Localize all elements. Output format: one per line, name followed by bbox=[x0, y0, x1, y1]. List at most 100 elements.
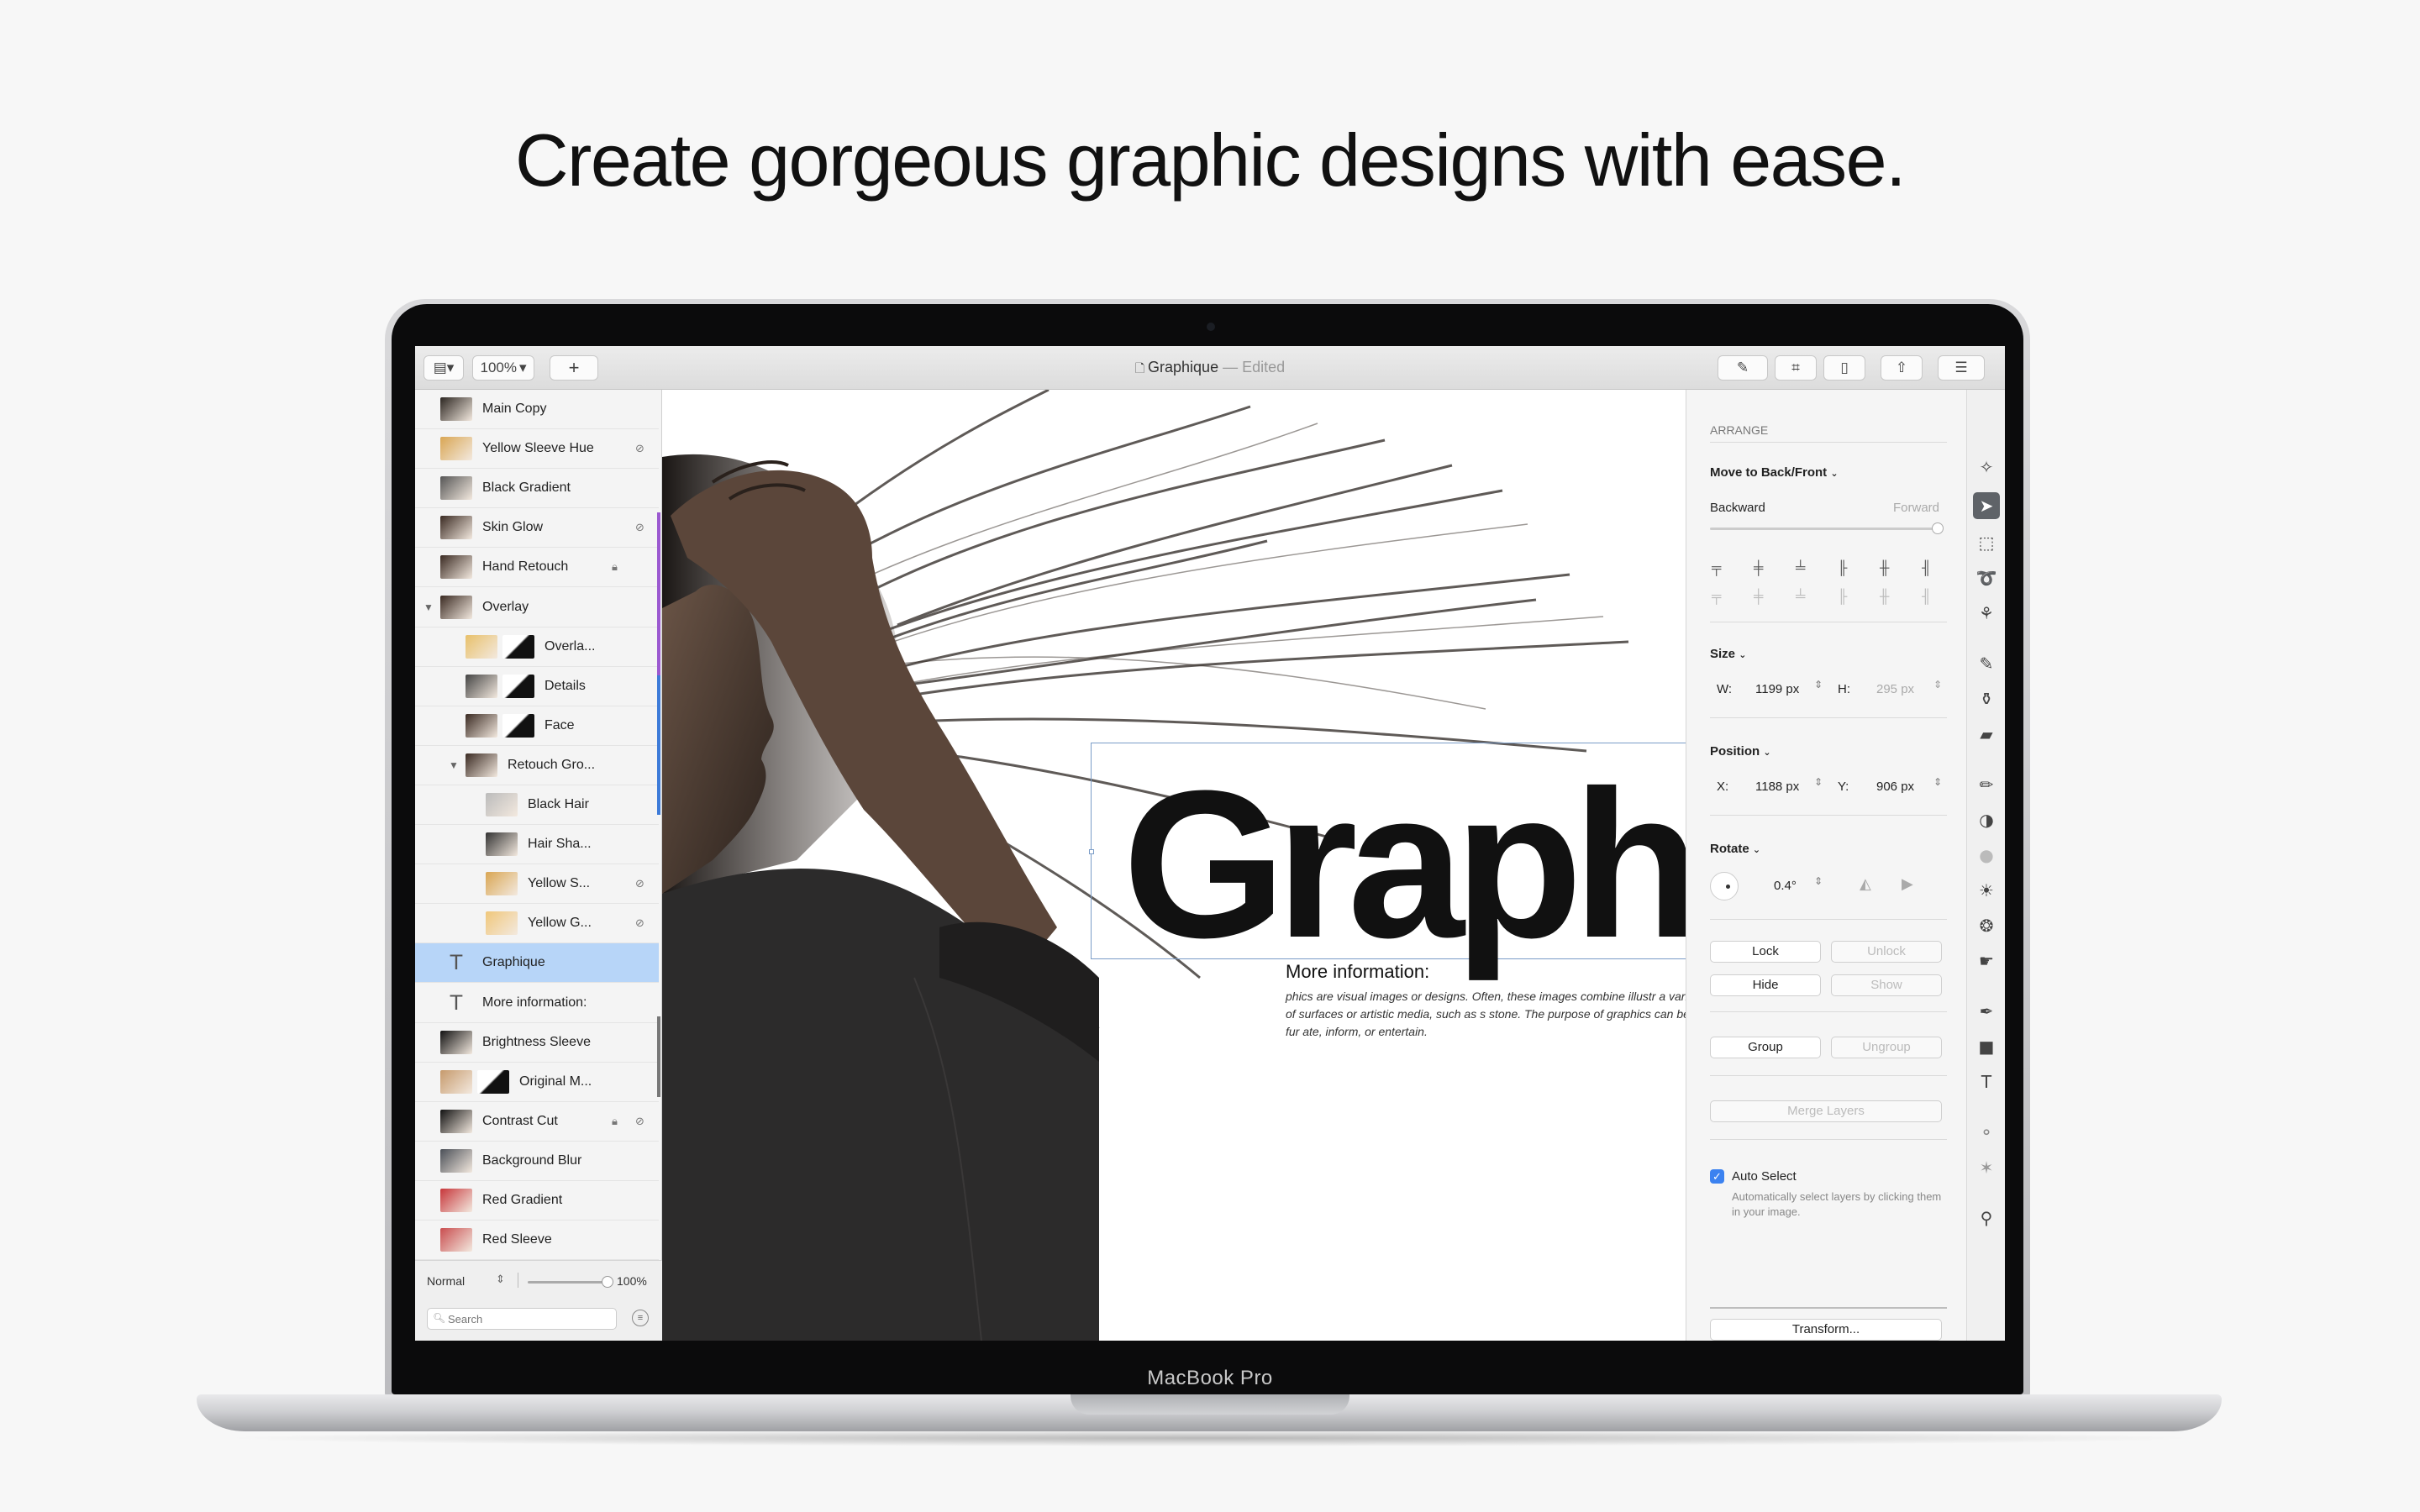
marquee-icon[interactable]: ⬚ bbox=[1973, 529, 2000, 556]
smudge-icon[interactable]: ❂ bbox=[1973, 912, 2000, 939]
layer-row[interactable]: Background Blur bbox=[415, 1142, 659, 1181]
layer-row[interactable]: Yellow S... ⊘ bbox=[415, 864, 659, 905]
layer-row[interactable]: Original M... bbox=[415, 1063, 659, 1102]
lock-icon[interactable]: 🔒︎ bbox=[612, 560, 618, 574]
ungroup-button[interactable]: Ungroup bbox=[1831, 1037, 1942, 1058]
more-info-body[interactable]: phics are visual images or designs. Ofte… bbox=[1286, 988, 1686, 1041]
unlock-button[interactable]: Unlock bbox=[1831, 941, 1942, 963]
layer-row[interactable]: T Graphique bbox=[415, 943, 659, 984]
layer-row[interactable]: Red Sleeve bbox=[415, 1221, 659, 1261]
text-icon[interactable]: T bbox=[1973, 1068, 2000, 1095]
more-info-title[interactable]: More information: bbox=[1286, 961, 1429, 983]
canvas[interactable]: Graphic More information: phics are visu… bbox=[662, 390, 1686, 1341]
filter-icon[interactable]: ≡ bbox=[632, 1310, 649, 1326]
align-bottom-icon[interactable]: ╧ bbox=[1796, 561, 1805, 576]
auto-select-checkbox[interactable]: ✓ bbox=[1710, 1169, 1724, 1184]
brush-icon[interactable]: ✎ bbox=[1973, 650, 2000, 677]
width-input[interactable]: 1199 px bbox=[1755, 682, 1799, 696]
align-middle-icon[interactable]: ╪ bbox=[1754, 561, 1763, 576]
share-button[interactable]: ⇧ bbox=[1881, 355, 1923, 381]
x-stepper[interactable]: ⇕ bbox=[1814, 776, 1823, 788]
arrange-slider[interactable] bbox=[1710, 522, 1944, 534]
y-input[interactable]: 906 px bbox=[1876, 780, 1914, 794]
move-to-back-front-menu[interactable]: Move to Back/Front ⌄ bbox=[1710, 465, 1839, 480]
flip-vertical-icon[interactable]: ▶ bbox=[1902, 875, 1913, 893]
width-stepper[interactable]: ⇕ bbox=[1814, 679, 1823, 690]
layer-search-field[interactable]: 🔍︎ bbox=[427, 1308, 617, 1330]
distribute-bottom-icon[interactable]: ╧ bbox=[1796, 590, 1805, 605]
blend-mode-select[interactable]: Normal bbox=[427, 1274, 465, 1288]
rotate-dial[interactable] bbox=[1710, 872, 1739, 900]
layer-row[interactable]: T More information: bbox=[415, 984, 659, 1023]
align-right-icon[interactable]: ╢ bbox=[1922, 561, 1931, 576]
hidden-icon[interactable]: ⊘ bbox=[635, 916, 644, 930]
hidden-icon[interactable]: ⊘ bbox=[635, 877, 644, 890]
hidden-icon[interactable]: ⊘ bbox=[635, 521, 644, 534]
layer-row[interactable]: Yellow Sleeve Hue ⊘ bbox=[415, 429, 659, 470]
opacity-slider-knob[interactable] bbox=[602, 1276, 613, 1288]
pen-icon[interactable]: ✒ bbox=[1973, 998, 2000, 1025]
lock-icon[interactable]: 🔒︎ bbox=[612, 1115, 618, 1128]
transform-button[interactable]: Transform... bbox=[1710, 1319, 1942, 1341]
size-section[interactable]: Size ⌄ bbox=[1710, 647, 1746, 661]
bucket-icon[interactable]: ⚱ bbox=[1973, 685, 2000, 712]
lock-button[interactable]: Lock bbox=[1710, 941, 1821, 963]
distribute-left-icon[interactable]: ╟ bbox=[1838, 590, 1847, 605]
magic-select-icon[interactable]: ⚘ bbox=[1973, 600, 2000, 627]
align-left-icon[interactable]: ╟ bbox=[1838, 561, 1847, 576]
layer-row[interactable]: Contrast Cut 🔒︎ ⊘ bbox=[415, 1102, 659, 1142]
distribute-center-icon[interactable]: ╫ bbox=[1880, 590, 1889, 605]
eraser-icon[interactable]: ▰ bbox=[1973, 721, 2000, 748]
flip-horizontal-icon[interactable]: ◭ bbox=[1860, 875, 1871, 893]
group-button[interactable]: Group bbox=[1710, 1037, 1821, 1058]
disclosure-triangle-icon[interactable]: ▼ bbox=[424, 601, 434, 613]
layer-row[interactable]: Main Copy bbox=[415, 390, 659, 429]
hide-button[interactable]: Hide bbox=[1710, 974, 1821, 996]
y-stepper[interactable]: ⇕ bbox=[1933, 776, 1942, 788]
selection-handle[interactable] bbox=[1089, 849, 1094, 854]
hidden-icon[interactable]: ⊘ bbox=[635, 442, 644, 455]
show-button[interactable]: Show bbox=[1831, 974, 1942, 996]
layer-row[interactable]: Hand Retouch 🔒︎ bbox=[415, 548, 659, 588]
graphic-text-layer[interactable]: Graphic bbox=[1123, 759, 1686, 969]
distribute-top-icon[interactable]: ╤ bbox=[1712, 590, 1721, 605]
x-input[interactable]: 1188 px bbox=[1755, 780, 1799, 794]
position-section[interactable]: Position ⌄ bbox=[1710, 744, 1771, 759]
layer-row[interactable]: Face bbox=[415, 706, 659, 746]
adjustments-button[interactable]: ☰ bbox=[1938, 355, 1985, 381]
arrow-icon[interactable]: ➤ bbox=[1973, 492, 2000, 519]
layer-search-input[interactable] bbox=[448, 1311, 608, 1326]
blur-icon[interactable]: ● bbox=[1973, 842, 2000, 869]
zoom-icon[interactable]: ⚲ bbox=[1973, 1205, 2000, 1231]
distribute-right-icon[interactable]: ╢ bbox=[1922, 590, 1931, 605]
layer-row[interactable]: Black Gradient bbox=[415, 469, 659, 509]
rotate-stepper[interactable]: ⇕ bbox=[1814, 875, 1823, 887]
opacity-slider[interactable] bbox=[528, 1276, 613, 1288]
finger-icon[interactable]: ☛ bbox=[1973, 948, 2000, 974]
merge-layers-button[interactable]: Merge Layers bbox=[1710, 1100, 1942, 1122]
layer-row[interactable]: ▼ Retouch Gro... bbox=[415, 746, 659, 785]
layer-row[interactable]: Yellow G... ⊘ bbox=[415, 904, 659, 944]
layer-row[interactable]: Skin Glow ⊘ bbox=[415, 508, 659, 549]
layers-mix-icon[interactable]: ⚬ bbox=[1973, 1119, 2000, 1146]
height-input[interactable]: 295 px bbox=[1876, 682, 1914, 696]
wand-icon[interactable]: ✧ bbox=[1973, 454, 2000, 480]
crop-button[interactable]: ⌗ bbox=[1775, 355, 1817, 381]
lasso-icon[interactable]: ➰ bbox=[1973, 564, 2000, 591]
sun-icon[interactable]: ☀ bbox=[1973, 877, 2000, 904]
pencil-icon[interactable]: ✏ bbox=[1973, 771, 2000, 798]
document-button[interactable]: ▯ bbox=[1823, 355, 1865, 381]
align-center-icon[interactable]: ╫ bbox=[1880, 561, 1889, 576]
disclosure-triangle-icon[interactable]: ▼ bbox=[449, 759, 459, 771]
brush-button[interactable]: ✎ bbox=[1718, 355, 1768, 381]
distribute-middle-icon[interactable]: ╪ bbox=[1754, 590, 1763, 605]
layer-row[interactable]: Details bbox=[415, 667, 659, 706]
layer-row[interactable]: ▼ Overlay bbox=[415, 588, 659, 627]
scrollbar-thumb[interactable] bbox=[657, 1016, 660, 1097]
arrange-slider-knob[interactable] bbox=[1932, 522, 1944, 534]
layer-row[interactable]: Black Hair bbox=[415, 785, 659, 825]
align-top-icon[interactable]: ╤ bbox=[1712, 561, 1721, 576]
hidden-icon[interactable]: ⊘ bbox=[635, 1115, 644, 1128]
layer-row[interactable]: Overla... bbox=[415, 627, 659, 667]
clone-icon[interactable]: ◑ bbox=[1973, 806, 2000, 833]
